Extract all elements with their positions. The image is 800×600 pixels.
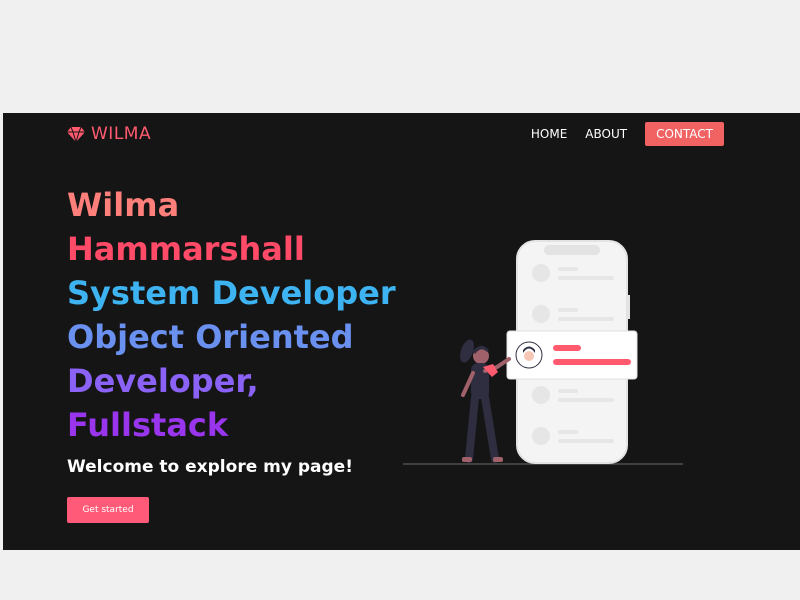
- diamond-icon: [67, 126, 85, 142]
- nav-home-link[interactable]: HOME: [531, 127, 567, 141]
- brand-logo[interactable]: WILMA: [67, 124, 151, 144]
- phone-illustration: [403, 240, 683, 465]
- nav-about-link[interactable]: ABOUT: [585, 127, 627, 141]
- hero-line: Wilma: [67, 186, 180, 224]
- landing-page: WILMA HOME ABOUT CONTACT Wilma Hammarsha…: [3, 113, 800, 550]
- brand-name: WILMA: [91, 124, 152, 144]
- hero-heading: Wilma Hammarshall System Developer Objec…: [67, 183, 397, 447]
- welcome-text: Welcome to explore my page!: [67, 457, 353, 477]
- get-started-button[interactable]: Get started: [67, 497, 149, 523]
- hero-line: Object Oriented: [67, 318, 354, 356]
- hero-line: System Developer: [67, 274, 396, 312]
- hero-line: Developer,: [67, 362, 259, 400]
- top-nav: HOME ABOUT CONTACT: [531, 122, 724, 146]
- hero-line: Fullstack: [67, 406, 229, 444]
- hero-line: Hammarshall: [67, 230, 305, 268]
- contact-button[interactable]: CONTACT: [645, 122, 724, 146]
